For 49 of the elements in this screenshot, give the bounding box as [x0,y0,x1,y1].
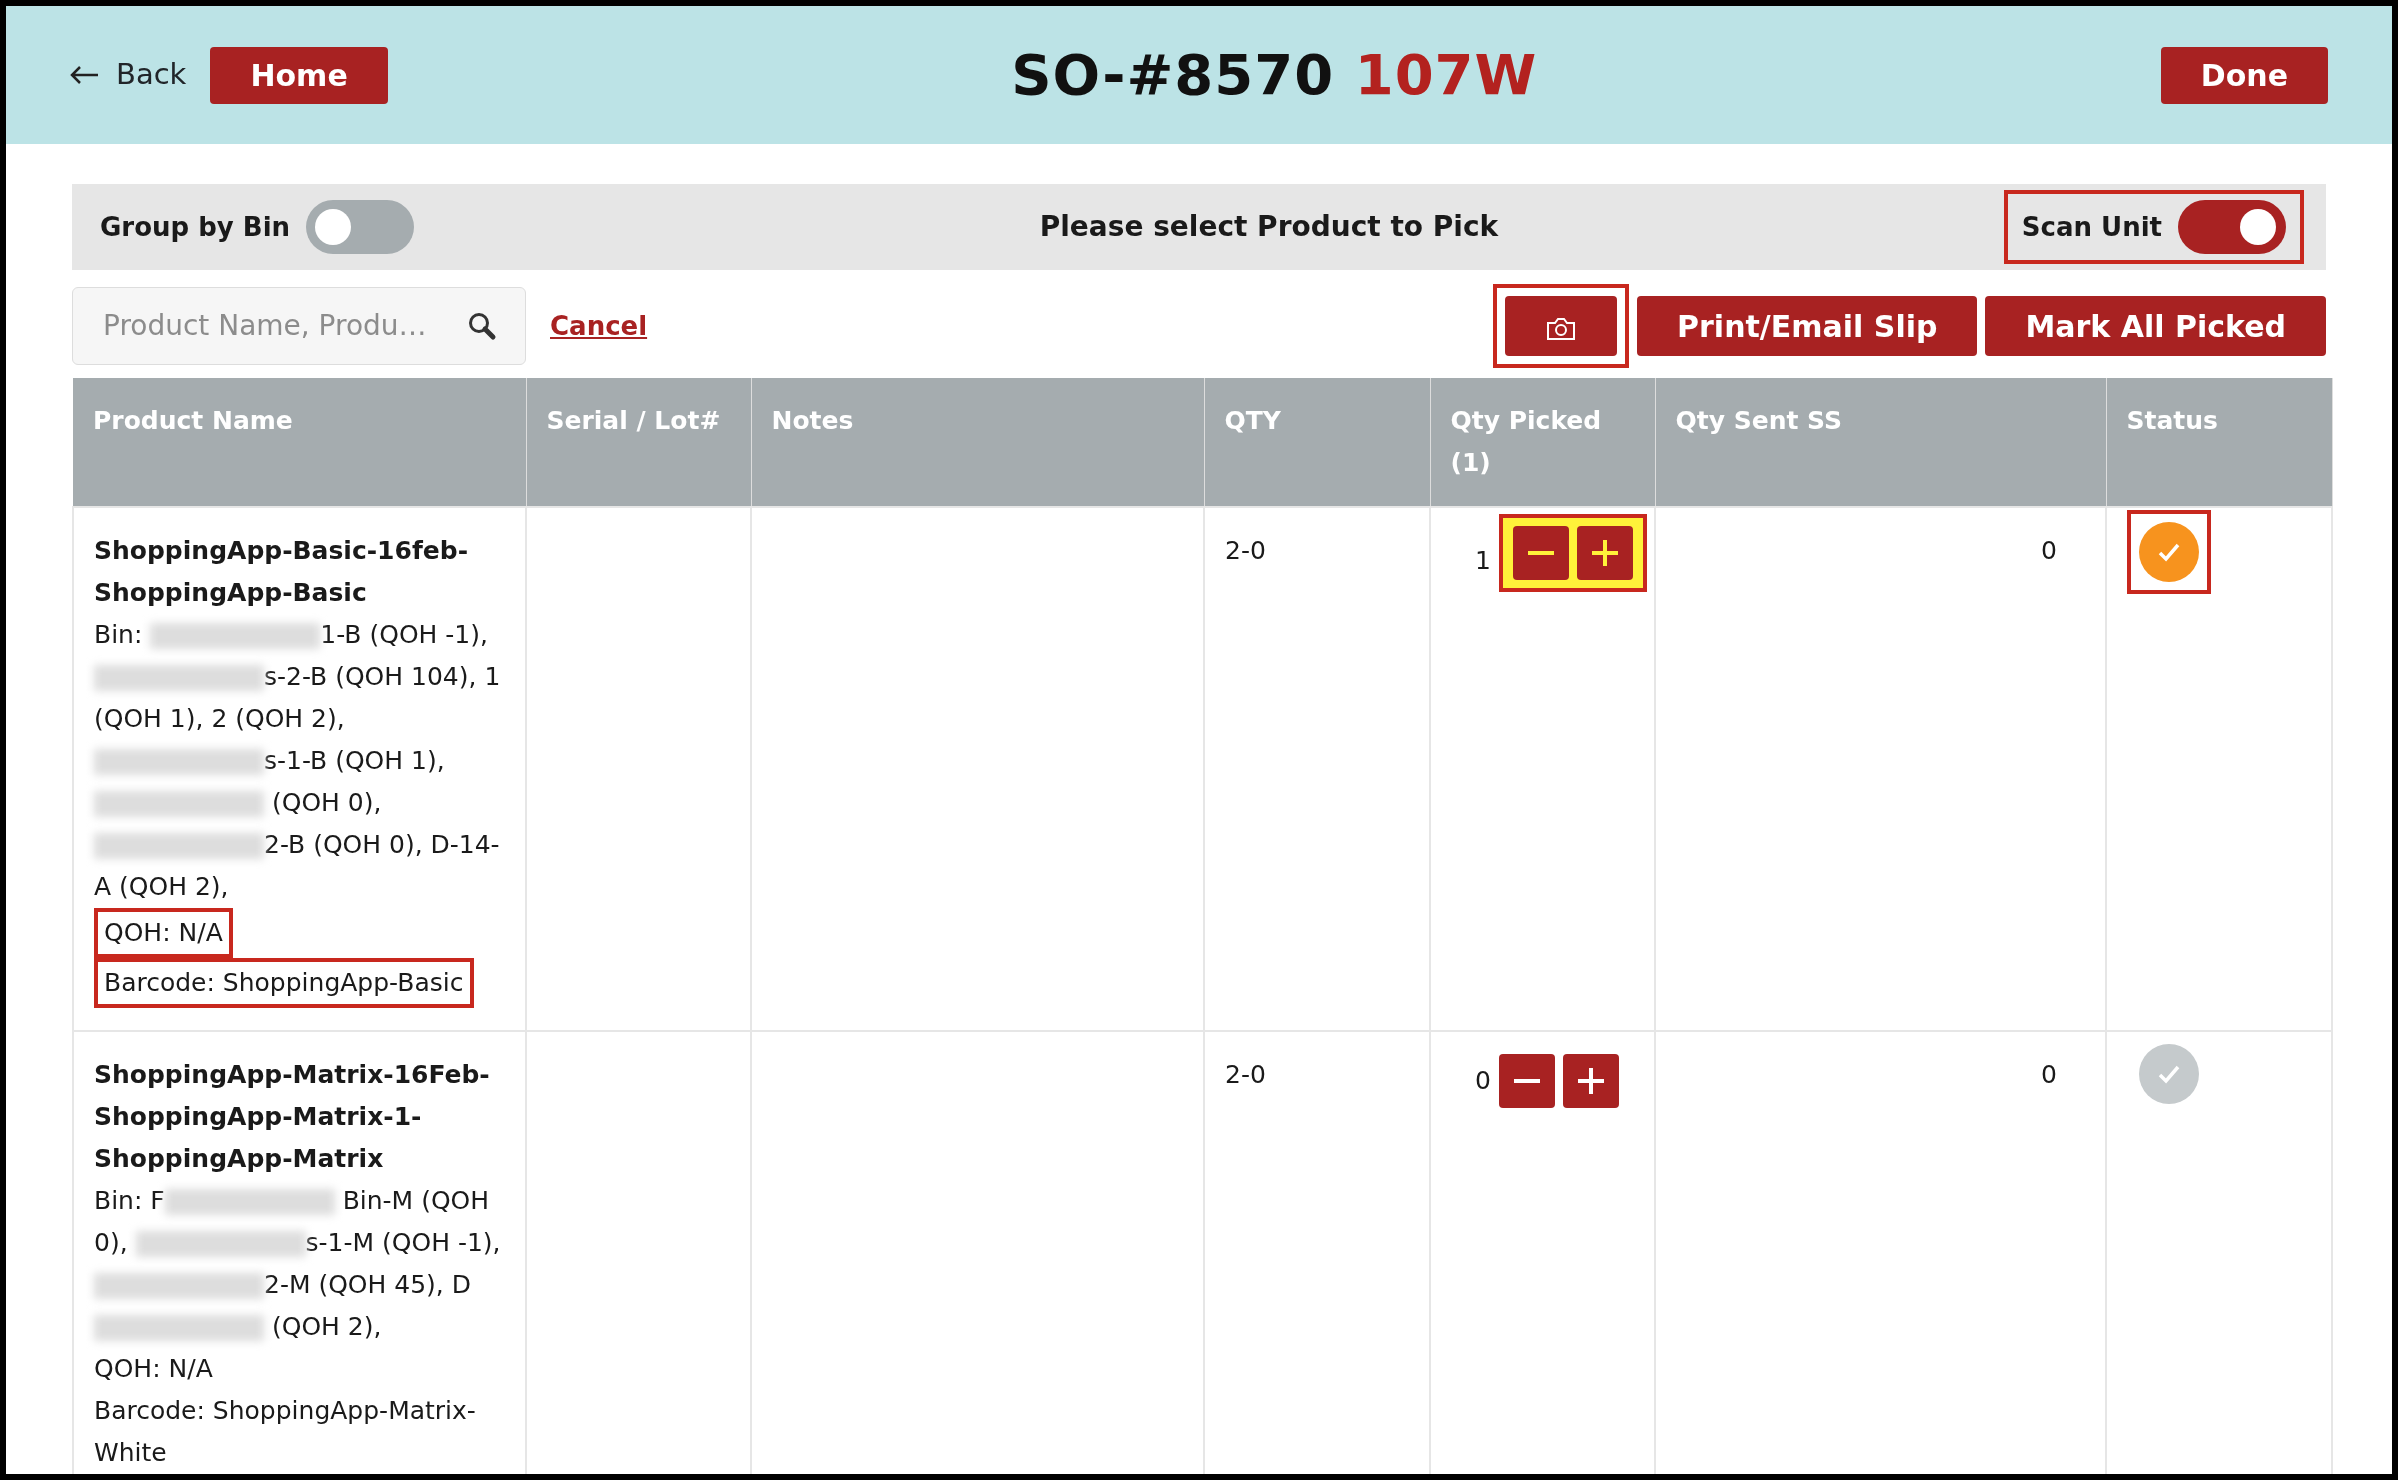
column-header: Qty Sent SS [1655,378,2106,507]
search-icon [467,311,497,341]
qoh-text: QOH: N/A [94,1353,214,1385]
camera-icon [1545,315,1578,342]
increase-button[interactable] [1562,1054,1619,1108]
increase-button[interactable] [1576,526,1633,580]
check-icon [2157,1064,2181,1084]
qty-text: 2-0 [1225,1060,1266,1089]
page-title: SO-#8570 107W [1011,41,1538,109]
done-button[interactable]: Done [2160,46,2328,104]
column-header: QTY [1204,378,1430,507]
column-header: Notes [751,378,1204,507]
column-header: Product Name [73,378,526,507]
home-button[interactable]: Home [210,46,388,104]
product-name: ShoppingApp-Matrix-16Feb-ShoppingApp-Matrix-1-ShoppingApp-Matrix [94,1059,491,1175]
qty-picked-text: 1 [1475,545,1491,577]
toggle-label: Scan Unit [2021,210,2162,244]
qoh-text: QOH: N/A [94,908,233,958]
toggle-switch[interactable] [306,200,415,254]
cancel-link[interactable]: Cancel [550,306,648,346]
decrease-button[interactable] [1498,1054,1555,1108]
qty-sent-text: 0 [2041,536,2057,565]
column-header: Qty Picked (1) [1430,378,1655,507]
barcode-text: Barcode: ShoppingApp-Basic [94,958,474,1008]
bin-location-text: Bin: F Bin-M (QOH 0), s-1-M (QOH -1), 2-M (QOH 45), D (QOH 2), [94,1185,502,1343]
search-input[interactable]: Product Name, Produ… [101,304,467,348]
instruction-text: Please select Product to Pick [1039,209,1499,245]
column-header: Serial / Lot# [526,378,751,507]
action-button[interactable]: Mark All Picked [1985,296,2326,356]
action-button[interactable]: Print/Email Slip [1637,296,1978,356]
minus-icon [1527,551,1554,555]
toggle-switch[interactable] [2178,200,2286,254]
barcode-text: Barcode: ShoppingApp-Matrix-White [94,1395,477,1469]
column-header: Status [2106,378,2332,507]
arrow-left-icon [70,65,100,85]
qty-text: 2-0 [1225,536,1266,565]
toggle-label: Group by Bin [100,210,291,244]
check-icon [2157,542,2181,562]
decrease-button[interactable] [1512,526,1569,580]
minus-icon [1513,1079,1540,1083]
camera-button[interactable] [1505,296,1618,356]
bin-location-text: Bin: 1-B (QOH -1), s-2-B (QOH 104), 1 (QOH 1), 2 (QOH 2), s-1-B (QOH 1), (QOH 0), 2-B (QOH 0), D-14-A (QOH 2), [94,619,502,903]
qty-picked-text: 0 [1475,1065,1491,1097]
qty-sent-text: 0 [2041,1060,2057,1089]
plus-icon [1591,540,1618,566]
back-link[interactable]: Back [70,53,187,97]
product-name: ShoppingApp-Basic-16feb-ShoppingApp-Basic [94,535,469,609]
search-field[interactable]: Product Name, Produ… [72,287,526,365]
plus-icon [1577,1068,1604,1094]
